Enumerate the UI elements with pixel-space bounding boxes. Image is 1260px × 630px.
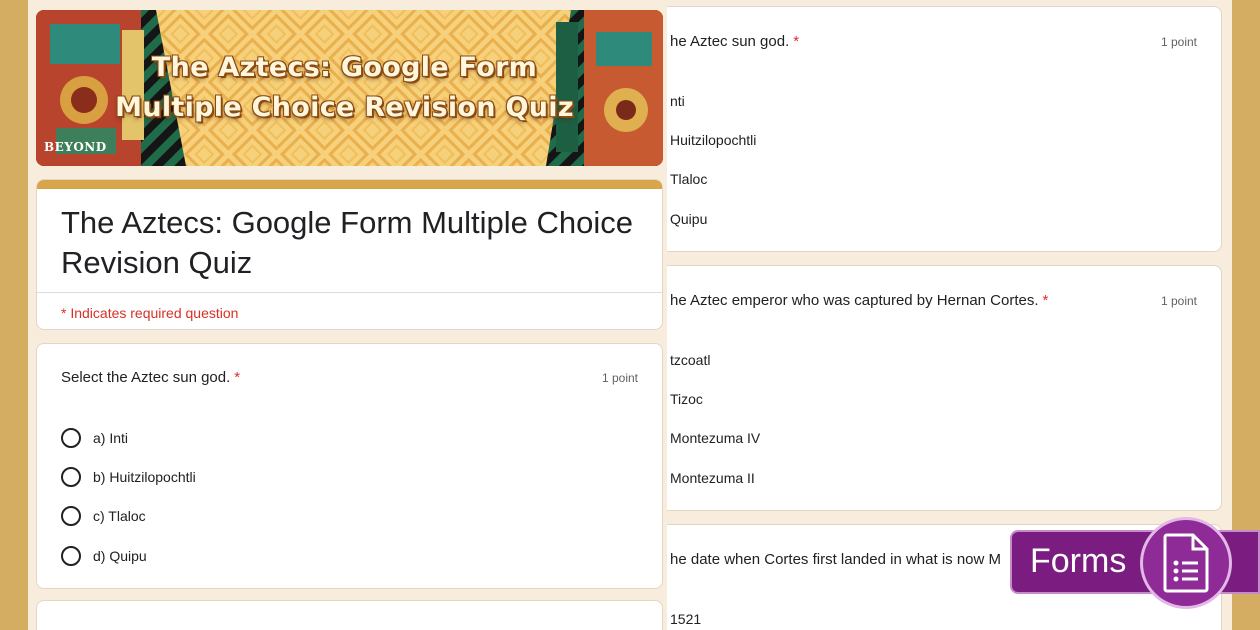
required-star: * (1042, 292, 1049, 309)
required-star: * (234, 369, 241, 386)
question-text: he date when Cortes first landed in what… (670, 551, 1001, 568)
question-points: 1 point (601, 370, 638, 385)
option-c[interactable]: c) Tlaloc (61, 497, 196, 536)
option-a[interactable]: a) Inti (61, 418, 196, 457)
option-label: c) Tlaloc (93, 508, 146, 525)
question-text: he Aztec sun god. * (670, 33, 799, 50)
option-item[interactable]: Montezuma II (670, 458, 760, 497)
radio-button[interactable] (61, 466, 81, 487)
banner-title: The Aztecs: Google Form Multiple Choice … (36, 10, 663, 166)
question-card: he Aztec sun god. * 1 point nti Huitzilop… (667, 6, 1222, 252)
question-label: he Aztec sun god. (670, 33, 790, 50)
forms-badge-label: Forms (1030, 542, 1127, 580)
next-question-card (36, 600, 663, 630)
form-title: The Aztecs: Google Form Multiple Choice … (61, 205, 634, 280)
form-title-card: The Aztecs: Google Form Multiple Choice … (36, 179, 663, 330)
question-label: Select the Aztec sun god. (61, 369, 231, 386)
option-item[interactable]: Huitzilopochtli (670, 120, 756, 159)
banner-title-line-1: The Aztecs: Google Form (151, 52, 538, 83)
option-d[interactable]: d) Quipu (61, 536, 196, 575)
options-list: tzcoatl Tizoc Montezuma IV Montezuma II (670, 340, 760, 497)
question-header: he Aztec emperor who was captured by Her… (670, 292, 1197, 309)
question-header: he Aztec sun god. * 1 point (670, 33, 1197, 50)
question-text: he Aztec emperor who was captured by Her… (670, 292, 1048, 309)
options-list: a) Inti b) Huitzilopochtli c) Tlaloc d) … (61, 418, 196, 575)
option-label: d) Quipu (93, 547, 147, 564)
radio-button[interactable] (61, 506, 81, 527)
option-item[interactable]: nti (670, 81, 756, 120)
option-item[interactable]: Tlaloc (670, 160, 756, 199)
question-label: he date when Cortes first landed in what… (670, 551, 1002, 568)
question-label: he Aztec emperor who was captured by Her… (670, 292, 1039, 309)
title-accent-bar (37, 180, 662, 189)
beyond-logo: BEYOND (44, 140, 107, 154)
question-header: Select the Aztec sun god. * 1 point (61, 369, 638, 386)
option-label: a) Inti (93, 429, 129, 446)
header-banner: The Aztecs: Google Form Multiple Choice … (36, 10, 663, 166)
option-b[interactable]: b) Huitzilopochtli (61, 457, 196, 496)
option-item[interactable]: Quipu (670, 199, 756, 238)
google-forms-icon (1140, 517, 1232, 609)
option-label: b) Huitzilopochtli (93, 468, 196, 485)
form-column-left: The Aztecs: Google Form Multiple Choice … (36, 0, 663, 630)
banner-title-line-2: Multiple Choice Revision Quiz (115, 92, 574, 123)
required-star: * (793, 33, 800, 50)
question-text: Select the Aztec sun god. * (61, 369, 240, 386)
radio-button[interactable] (61, 427, 81, 448)
options-list: 1521 (670, 599, 701, 630)
options-list: nti Huitzilopochtli Tlaloc Quipu (670, 81, 756, 238)
option-item[interactable]: Montezuma IV (670, 419, 760, 458)
question-card: he Aztec emperor who was captured by Her… (667, 265, 1222, 511)
option-item[interactable]: Tizoc (670, 379, 760, 418)
option-item[interactable]: 1521 (670, 599, 701, 630)
question-points: 1 point (1160, 293, 1197, 308)
question-card: Select the Aztec sun god. * 1 point a) In… (36, 343, 663, 589)
option-item[interactable]: tzcoatl (670, 340, 760, 379)
required-note: * Indicates required question (61, 305, 239, 321)
radio-button[interactable] (61, 545, 81, 566)
question-points: 1 point (1160, 34, 1197, 49)
